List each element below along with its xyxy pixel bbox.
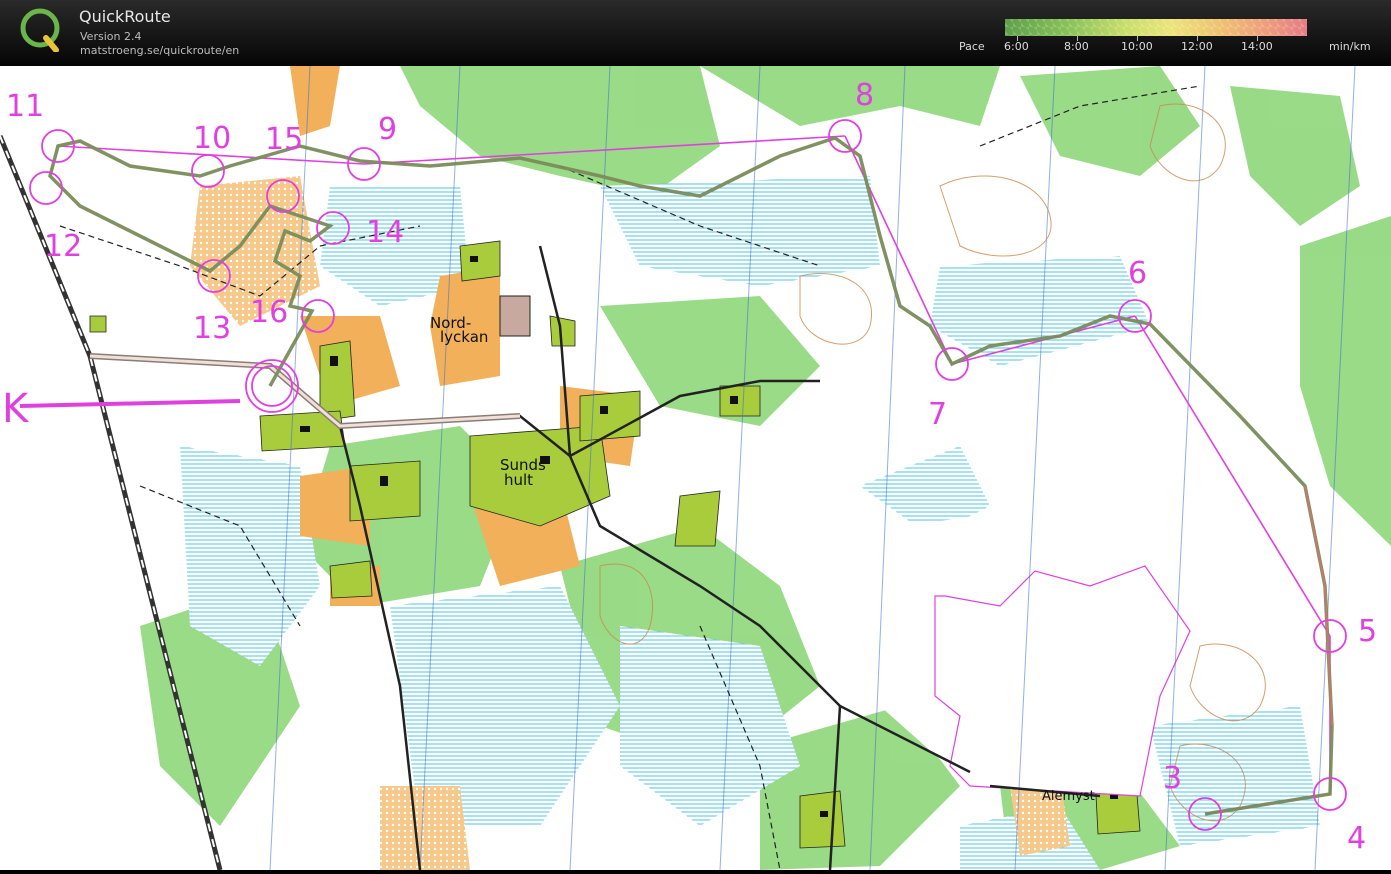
pace-color-scale <box>1005 19 1307 36</box>
place-name-lyckan: lyckan <box>440 328 488 346</box>
orienteering-map[interactable]: 3 4 5 6 7 8 9 10 11 12 13 14 15 16 K Nor… <box>0 65 1391 871</box>
pace-tick-label: 10:00 <box>1121 40 1153 53</box>
control-label-12: 12 <box>44 229 82 264</box>
control-label-9: 9 <box>378 112 397 147</box>
control-label-3: 3 <box>1163 761 1182 796</box>
pace-unit: min/km <box>1329 40 1371 53</box>
control-label-13: 13 <box>193 311 231 346</box>
pace-label: Pace <box>959 40 985 53</box>
pace-tick-label: 6:00 <box>1004 40 1029 53</box>
quickroute-logo <box>20 8 60 52</box>
control-label-10: 10 <box>193 121 231 156</box>
pace-tick-label: 12:00 <box>1181 40 1213 53</box>
place-name-alemyst: Alemyst <box>1042 789 1095 804</box>
start-label: K <box>2 386 30 432</box>
app-url: matstroeng.se/quickroute/en <box>80 44 240 57</box>
place-name-hult: hult <box>504 471 533 489</box>
map-canvas[interactable]: 3 4 5 6 7 8 9 10 11 12 13 14 15 16 K Nor… <box>0 65 1391 871</box>
control-label-16: 16 <box>250 295 288 330</box>
control-label-15: 15 <box>265 122 303 157</box>
app-version: Version 2.4 <box>80 30 142 43</box>
control-label-7: 7 <box>928 397 947 432</box>
control-label-11: 11 <box>6 89 44 124</box>
control-label-14: 14 <box>366 215 404 250</box>
app-title: QuickRoute <box>79 7 171 26</box>
pace-tick-label: 8:00 <box>1064 40 1089 53</box>
control-label-8: 8 <box>855 78 874 113</box>
pace-tick-label: 14:00 <box>1241 40 1273 53</box>
control-label-6: 6 <box>1128 256 1147 291</box>
control-label-5: 5 <box>1358 614 1377 649</box>
control-label-4: 4 <box>1347 821 1366 856</box>
app-header: QuickRoute Version 2.4 matstroeng.se/qui… <box>0 0 1391 66</box>
